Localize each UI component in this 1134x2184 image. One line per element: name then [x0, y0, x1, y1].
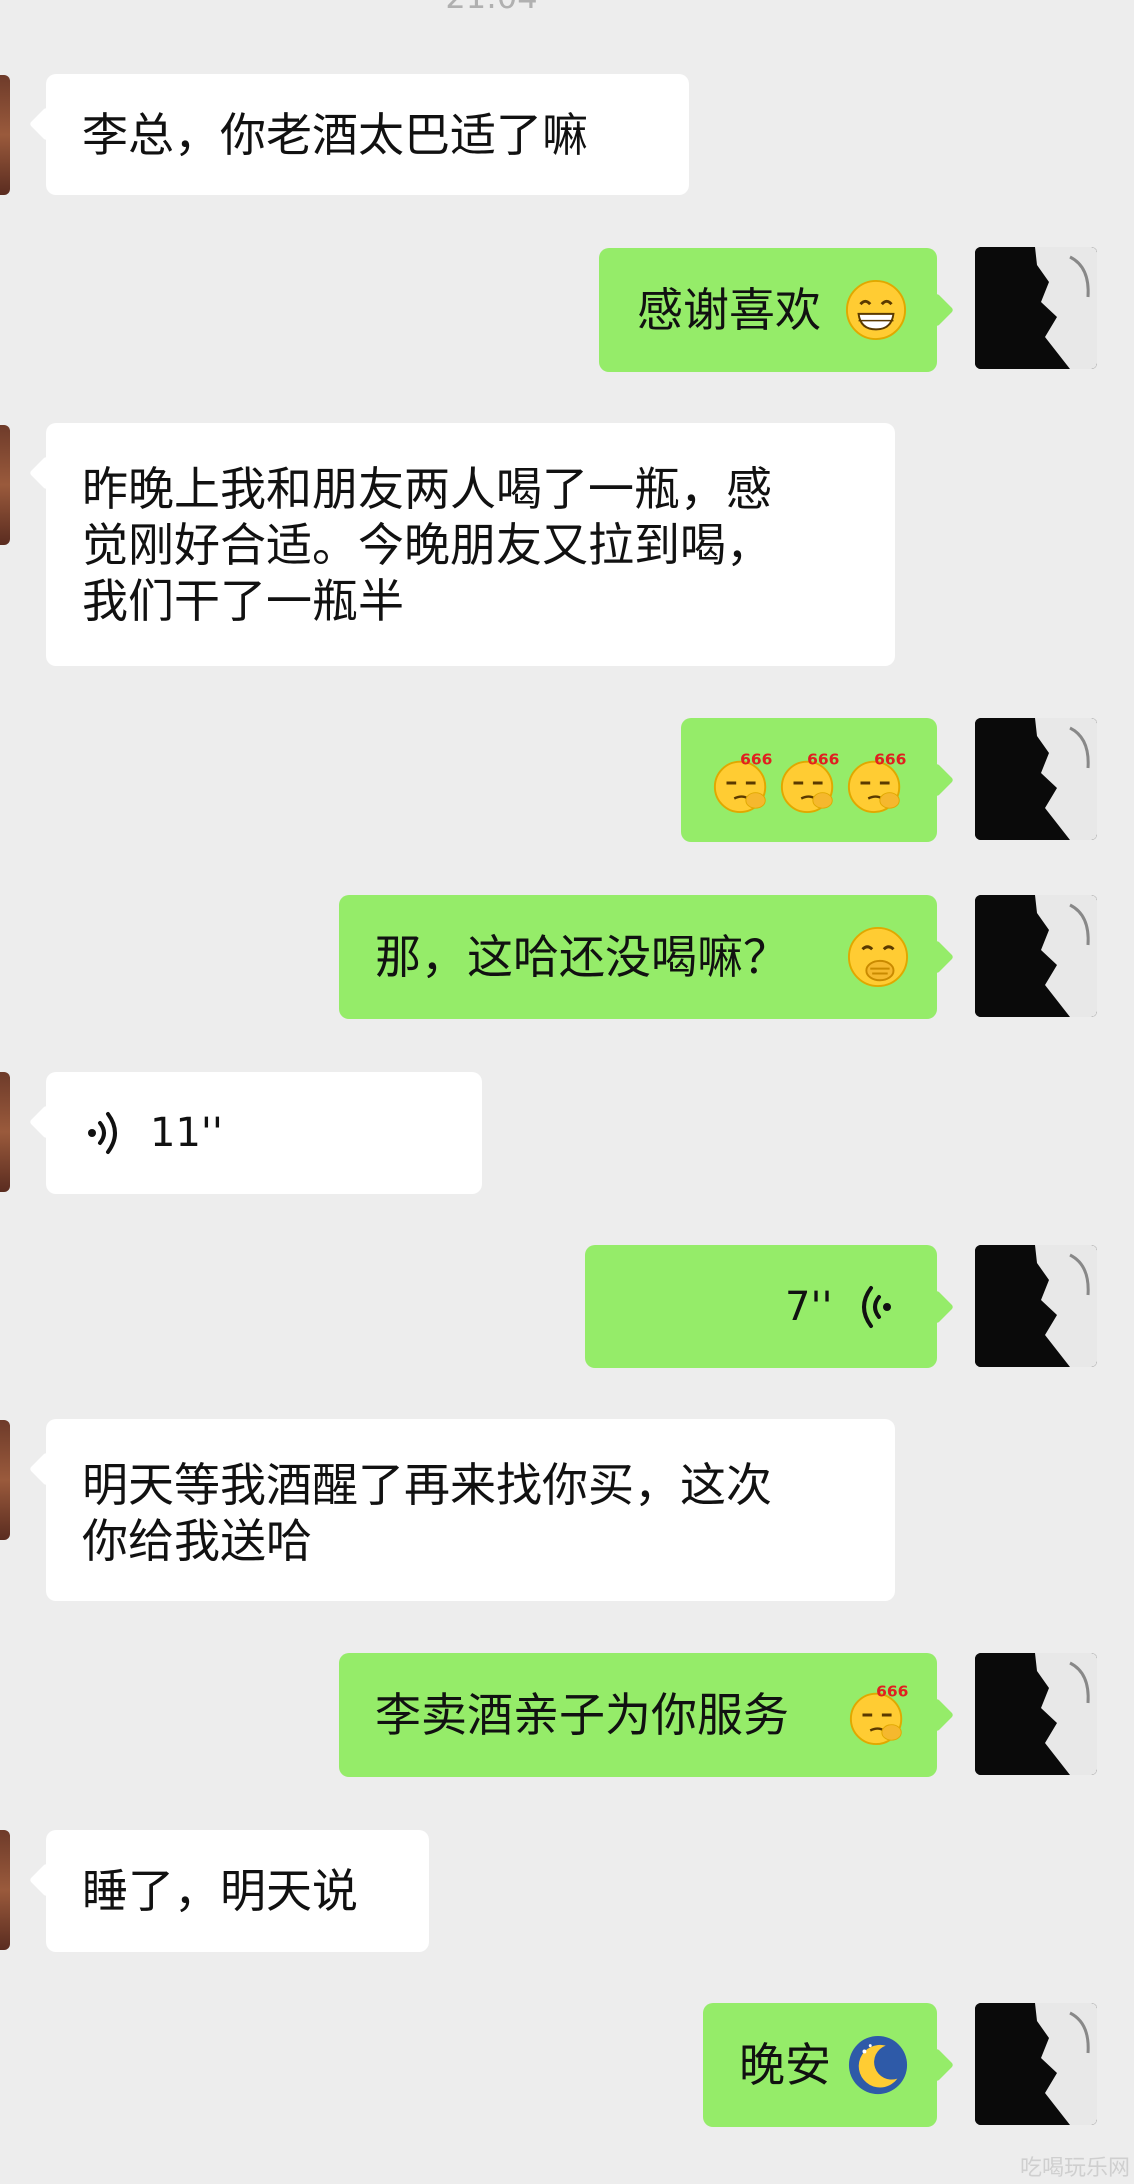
message-bubble-outgoing[interactable]: 那，这哈还没喝嘛？ [339, 895, 937, 1019]
message-bubble-outgoing[interactable]: 感谢喜欢 [599, 248, 937, 372]
contact-avatar[interactable] [0, 1420, 10, 1540]
666-emoji: 666 [713, 752, 772, 814]
my-avatar[interactable] [975, 895, 1097, 1017]
message-text: 李卖酒亲子为你服务 [375, 1688, 789, 1742]
message-text: 昨晚上我和朋友两人喝了一瓶，感 觉刚好合适。今晚朋友又拉到喝， 我们干了一瓶半 [82, 462, 772, 628]
message-text: 睡了，明天说 [82, 1864, 358, 1918]
666-emoji: 666 [847, 752, 906, 814]
666-emoji: 666 [849, 1684, 908, 1746]
voice-wave-icon [88, 1112, 117, 1154]
message-bubble-incoming[interactable]: 昨晚上我和朋友两人喝了一瓶，感 觉刚好合适。今晚朋友又拉到喝， 我们干了一瓶半 [46, 423, 895, 666]
svg-text:666: 666 [874, 752, 906, 769]
message-bubble-outgoing[interactable]: 666 666 666 [681, 718, 937, 842]
message-bubble-incoming[interactable]: 明天等我酒醒了再来找你买，这次 你给我送哈 [46, 1419, 895, 1601]
my-avatar[interactable] [975, 247, 1097, 369]
voice-message-incoming[interactable]: 11'' [46, 1072, 482, 1194]
voice-message-outgoing[interactable]: 7'' [585, 1245, 937, 1368]
message-text: 李总，你老酒太巴适了嘛 [82, 107, 588, 162]
svg-text:666: 666 [807, 752, 839, 769]
message-bubble-outgoing[interactable]: 晚安 [703, 2003, 937, 2127]
voice-duration: 11'' [150, 1110, 223, 1156]
666-emoji: 666 [780, 752, 839, 814]
my-avatar[interactable] [975, 1245, 1097, 1367]
hush-emoji [847, 926, 909, 988]
message-bubble-incoming[interactable]: 李总，你老酒太巴适了嘛 [46, 74, 689, 195]
svg-text:666: 666 [876, 1684, 908, 1701]
moon-emoji [848, 2035, 908, 2095]
grin-emoji [845, 279, 907, 341]
svg-text:666: 666 [740, 752, 772, 769]
contact-avatar[interactable] [0, 425, 10, 545]
watermark: 吃喝玩乐网 [1019, 2156, 1130, 2181]
message-text: 明天等我酒醒了再来找你买，这次 你给我送哈 [82, 1458, 772, 1568]
contact-avatar[interactable] [0, 1072, 10, 1192]
my-avatar[interactable] [975, 1653, 1097, 1775]
voice-wave-icon [862, 1285, 891, 1328]
message-bubble-incoming[interactable]: 睡了，明天说 [46, 1830, 429, 1952]
my-avatar[interactable] [975, 2003, 1097, 2125]
contact-avatar[interactable] [0, 75, 10, 195]
my-avatar[interactable] [975, 718, 1097, 840]
contact-avatar[interactable] [0, 1830, 10, 1950]
voice-duration: 7'' [785, 1283, 833, 1330]
message-text: 那，这哈还没喝嘛？ [375, 930, 789, 984]
message-timestamp: 21:04 [0, 0, 983, 16]
message-bubble-outgoing[interactable]: 李卖酒亲子为你服务 666 [339, 1653, 937, 1777]
